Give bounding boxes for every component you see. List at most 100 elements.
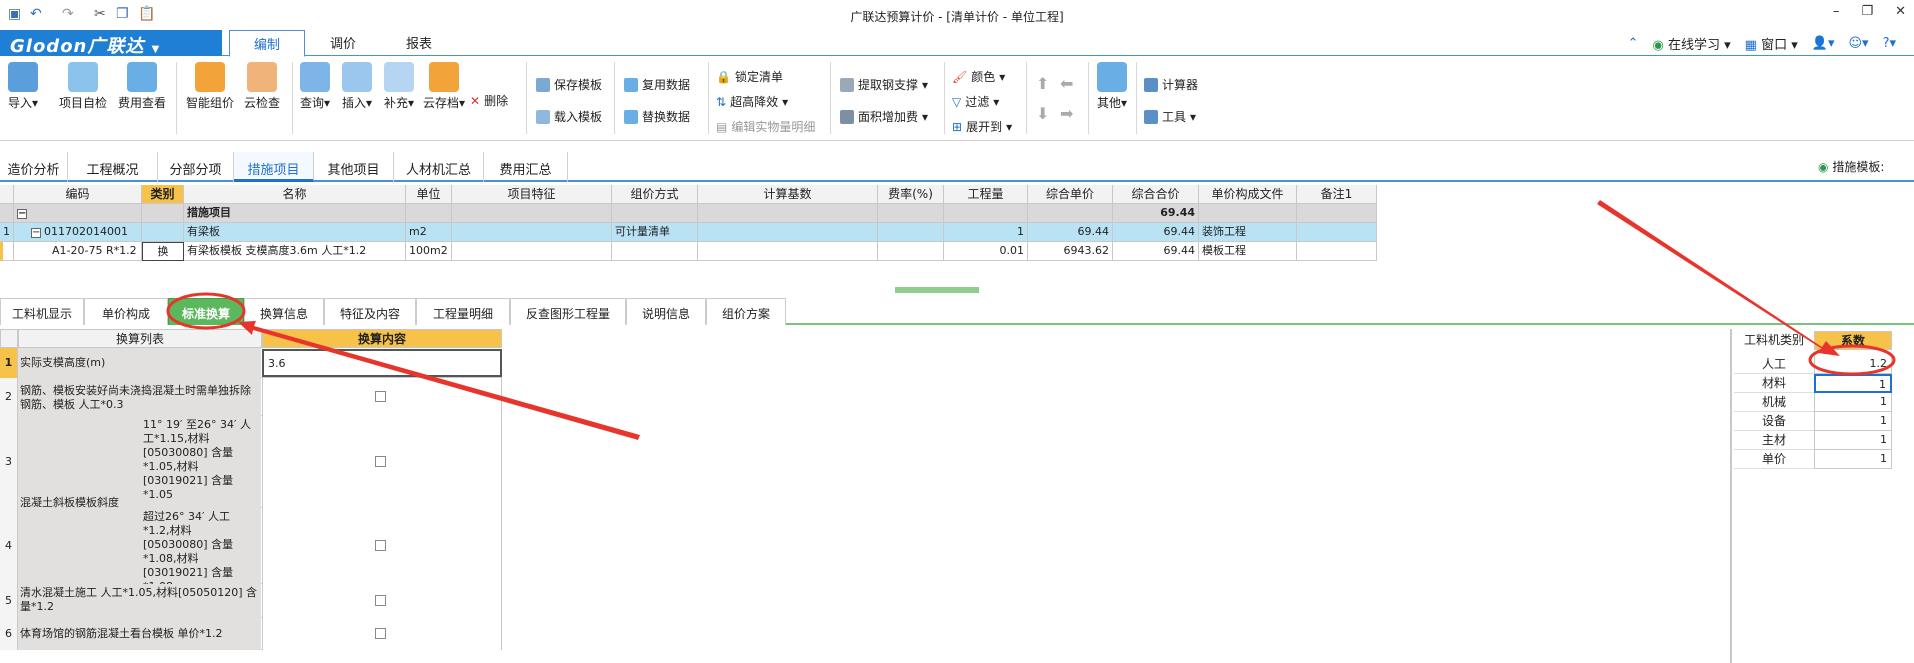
grid-header[interactable]: 名称 [184, 185, 406, 204]
tab-fee-summary[interactable]: 费用汇总 [484, 152, 568, 182]
calculator-button[interactable]: 计算器 [1144, 76, 1198, 93]
coef-row[interactable]: 材料 1 [1734, 374, 1892, 393]
chevron-up-icon[interactable]: ⌃ [1628, 36, 1639, 51]
coef-value-input[interactable]: 1 [1814, 431, 1892, 450]
coef-row[interactable]: 机械 1 [1734, 393, 1892, 412]
coef-value-input[interactable]: 1 [1814, 450, 1892, 469]
online-learning-button[interactable]: ◉ 在线学习 ▾ [1652, 34, 1730, 53]
tab-cost-analysis[interactable]: 造价分析 [0, 152, 68, 182]
grid-header[interactable]: 组价方式 [612, 185, 698, 204]
subtab-quantity-detail[interactable]: 工程量明细 [416, 298, 510, 325]
edit-real-qty-button[interactable]: ▤ 编辑实物量明细 [716, 118, 815, 135]
conv-row[interactable]: 1 实际支模高度(m) 3.6 [0, 348, 502, 378]
grid-header[interactable]: 编码 [14, 185, 142, 204]
subtab-description[interactable]: 说明信息 [626, 298, 706, 325]
fee-view-button[interactable]: 费用查看 [116, 62, 168, 111]
insert-button[interactable]: 插入▾ [340, 62, 374, 111]
move-up-icon[interactable]: ⬆ [1036, 74, 1049, 93]
table-row[interactable]: 1 −011702014001 有梁板 m2 可计量清单 1 69.44 69.… [0, 223, 1377, 242]
query-button[interactable]: 查询▾ [298, 62, 332, 111]
conv-checkbox[interactable] [375, 456, 386, 467]
collapse-icon[interactable]: − [17, 209, 27, 219]
import-button[interactable]: 导入▾ [6, 62, 40, 111]
grid-header[interactable]: 备注1 [1297, 185, 1377, 204]
grid-header[interactable]: 项目特征 [452, 185, 612, 204]
conv-checkbox[interactable] [375, 628, 386, 639]
grid-header[interactable]: 单位 [406, 185, 452, 204]
area-add-button[interactable]: 面积增加费 ▾ [840, 108, 928, 125]
coef-row[interactable]: 设备 1 [1734, 412, 1892, 431]
supplement-button[interactable]: 补充▾ [382, 62, 416, 111]
grid-header[interactable]: 综合单价 [1028, 185, 1113, 204]
subtab-unit-price[interactable]: 单价构成 [84, 298, 168, 325]
splitter-handle[interactable] [895, 287, 979, 293]
help-icon[interactable]: ?▾ [1883, 36, 1896, 51]
window-menu-button[interactable]: ▦ 窗口 ▾ [1745, 34, 1798, 53]
close-icon[interactable]: ✕ [1895, 4, 1906, 19]
extract-steel-button[interactable]: 提取钢支撑 ▾ [840, 76, 928, 93]
tab-project-overview[interactable]: 工程概况 [68, 152, 158, 182]
subtab-standard-conversion[interactable]: 标准换算 [168, 298, 244, 325]
expand-to-button[interactable]: ⊞ 展开到 ▾ [952, 118, 1012, 135]
collapse-icon[interactable]: − [31, 228, 41, 238]
tab-sub-items[interactable]: 分部分项 [158, 152, 234, 182]
subtab-conversion-info[interactable]: 换算信息 [244, 298, 324, 325]
save-template-button[interactable]: 保存模板 [536, 76, 602, 93]
grid-header[interactable]: 费率(%) [878, 185, 944, 204]
conv-row[interactable]: 4 超过26° 34′ 人工*1.2,材料[05030080] 含量*1.08,… [0, 508, 502, 593]
user-icon[interactable]: 👤▾ [1812, 36, 1835, 51]
conv-checkbox[interactable] [375, 540, 386, 551]
conv-row[interactable]: 5 清水混凝土施工 人工*1.05,材料[05050120] 含量*1.2 [0, 584, 502, 618]
subtab-reverse-graphic[interactable]: 反查图形工程量 [510, 298, 626, 325]
load-template-button[interactable]: 载入模板 [536, 108, 602, 125]
smart-pricing-button[interactable]: 智能组价 [184, 62, 236, 111]
tab-other-items[interactable]: 其他项目 [314, 152, 394, 182]
subtab-labor-material[interactable]: 工料机显示 [0, 298, 84, 325]
grid-header[interactable]: 类别 [142, 185, 184, 204]
coef-value-input[interactable]: 1 [1814, 393, 1892, 412]
coef-value-input[interactable]: 1.2 [1814, 355, 1892, 374]
move-down-icon[interactable]: ⬇ [1036, 104, 1049, 123]
conv-row[interactable]: 6 体育场馆的钢筋混凝土看台模板 单价*1.2 [0, 618, 502, 650]
tab-labor-material-summary[interactable]: 人材机汇总 [394, 152, 484, 182]
replace-data-button[interactable]: 替换数据 [624, 108, 690, 125]
minimize-icon[interactable]: – [1833, 4, 1840, 19]
coef-value-input[interactable]: 1 [1814, 374, 1892, 393]
assistant-icon[interactable]: ☺▾ [1848, 36, 1868, 51]
table-row[interactable]: A1-20-75 R*1.2 换 有梁板模板 支模高度3.6m 人工*1.2 1… [0, 242, 1377, 261]
subtab-pricing-plan[interactable]: 组价方案 [706, 298, 786, 325]
project-check-button[interactable]: 项目自检 [58, 62, 108, 111]
conv-row[interactable]: 2 钢筋、模板安装好尚未浇捣混凝土时需单独拆除钢筋、模板 人工*0.3 [0, 378, 502, 416]
cloud-check-button[interactable]: 云检查 [242, 62, 282, 111]
restore-icon[interactable]: ❐ [1861, 4, 1873, 19]
tab-measure-items[interactable]: 措施项目 [234, 152, 314, 182]
tools-button[interactable]: 工具 ▾ [1144, 108, 1196, 125]
reuse-data-button[interactable]: 复用数据 [624, 76, 690, 93]
menu-tab-edit[interactable]: 编制 [229, 30, 305, 57]
move-left-icon[interactable]: ⬅ [1060, 74, 1073, 93]
coef-row[interactable]: 主材 1 [1734, 431, 1892, 450]
coef-value-input[interactable]: 1 [1814, 412, 1892, 431]
cloud-archive-button[interactable]: 云存档▾ [422, 62, 466, 111]
support-height-input[interactable]: 3.6 [262, 349, 502, 377]
subtab-features[interactable]: 特征及内容 [324, 298, 416, 325]
row-type[interactable]: 换 [142, 242, 184, 261]
filter-button[interactable]: ▽ 过滤 ▾ [952, 93, 999, 110]
table-row[interactable]: − 措施项目 69.44 [0, 204, 1377, 223]
grid-header[interactable]: 工程量 [944, 185, 1028, 204]
grid-header[interactable]: 单价构成文件 [1199, 185, 1297, 204]
lock-list-button[interactable]: 🔒 锁定清单 [716, 68, 783, 85]
move-right-icon[interactable]: ➡ [1060, 104, 1073, 123]
coef-row[interactable]: 单价 1 [1734, 450, 1892, 469]
menu-tab-price-adjust[interactable]: 调价 [305, 33, 381, 52]
conv-checkbox[interactable] [375, 391, 386, 402]
menu-tab-report[interactable]: 报表 [381, 33, 457, 52]
conv-checkbox[interactable] [375, 595, 386, 606]
delete-button[interactable]: ✕ 删除 [470, 92, 508, 109]
grid-header[interactable]: 计算基数 [698, 185, 878, 204]
coef-row[interactable]: 人工 1.2 [1734, 355, 1892, 374]
super-reduce-button[interactable]: ⇅ 超高降效 ▾ [716, 93, 788, 110]
measure-template-button[interactable]: ◉ 措施模板: [1818, 158, 1884, 175]
grid-header[interactable]: 综合合价 [1113, 185, 1199, 204]
app-logo[interactable]: Glodon广联达 ▼ [0, 30, 222, 57]
